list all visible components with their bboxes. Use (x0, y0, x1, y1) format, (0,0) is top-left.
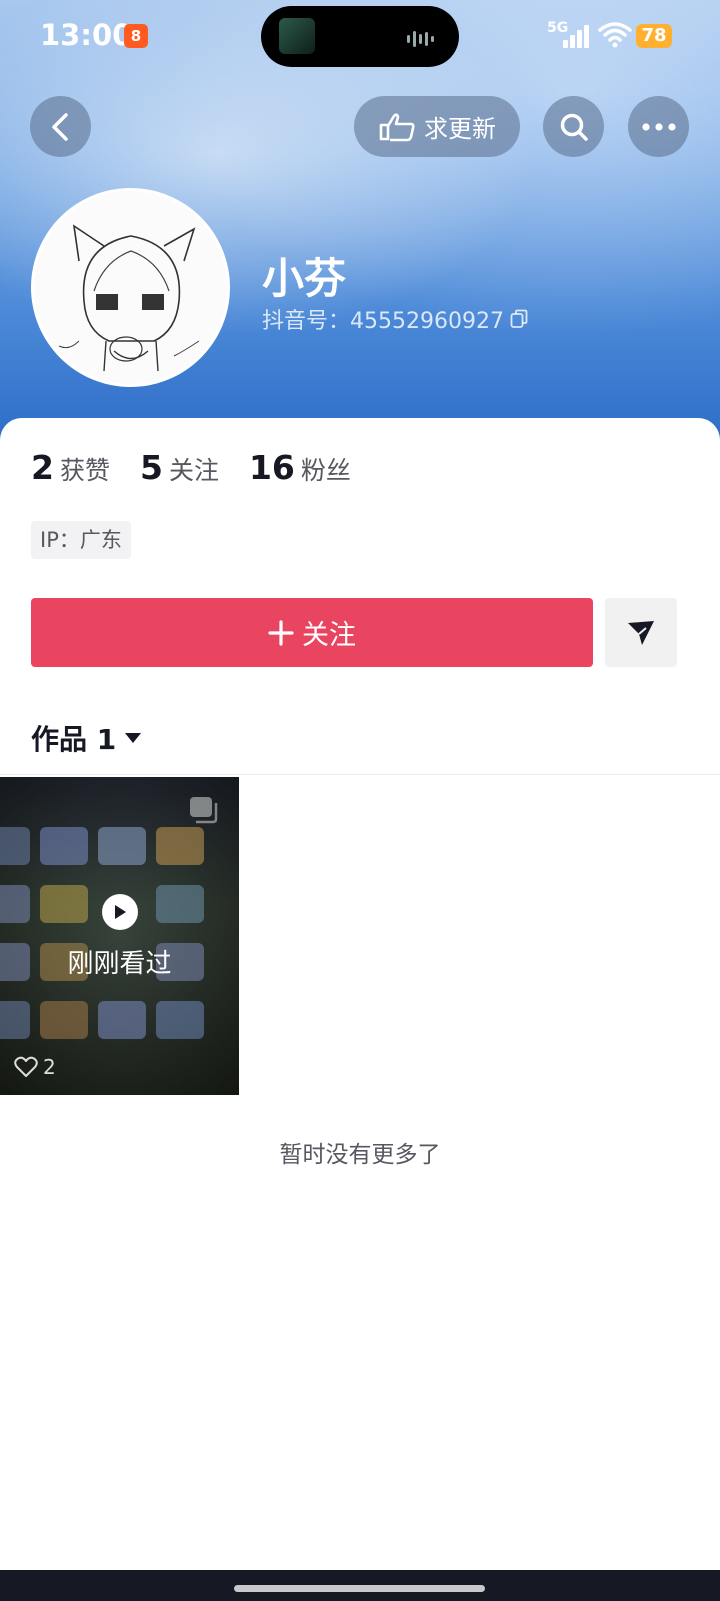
send-icon (628, 620, 654, 645)
request-update-button[interactable]: 求更新 (354, 96, 520, 157)
stat-followers-value: 16 (248, 448, 295, 487)
more-dots-icon (641, 122, 676, 131)
stat-likes-label: 获赞 (59, 456, 110, 485)
thumb-item (156, 1001, 204, 1039)
stat-following-value: 5 (139, 448, 163, 487)
tab-works[interactable]: 作品 1 (31, 718, 142, 758)
search-icon (560, 113, 588, 141)
back-button[interactable] (30, 96, 91, 157)
dynamic-island[interactable] (261, 6, 459, 67)
stat-followers-label: 粉丝 (300, 456, 351, 485)
search-button[interactable] (543, 96, 604, 157)
caret-down-icon[interactable] (124, 731, 142, 745)
douyin-id-text: 抖音号：45552960927 (262, 309, 504, 334)
thumb-item (98, 827, 146, 865)
copy-icon[interactable] (510, 309, 528, 329)
cellular-signal-icon (563, 22, 593, 48)
stat-likes-value: 2 (31, 448, 54, 487)
stat-following-label: 关注 (168, 456, 219, 485)
plus-icon (268, 619, 294, 646)
video-card[interactable]: 刚刚看过 2 (0, 777, 239, 1095)
douyin-id[interactable]: 抖音号：45552960927 (262, 303, 528, 335)
profile-stats: 2 获赞 5 关注 16 粉丝 (31, 448, 381, 487)
stat-likes[interactable]: 2 获赞 (31, 448, 110, 487)
play-icon (102, 894, 138, 930)
video-likes: 2 (14, 1055, 56, 1079)
thumb-item (0, 827, 30, 865)
wifi-icon (598, 22, 632, 48)
request-update-label: 求更新 (424, 115, 496, 143)
thumb-item (156, 885, 204, 923)
follow-button[interactable]: 关注 (31, 598, 593, 667)
thumb-item (156, 827, 204, 865)
thumb-item (40, 827, 88, 865)
follow-label: 关注 (302, 620, 356, 651)
battery-indicator: 78 (636, 24, 672, 48)
stat-following[interactable]: 5 关注 (140, 448, 219, 487)
thumb-item (40, 885, 88, 923)
media-thumbnail (279, 18, 315, 54)
thumb-item (40, 1001, 88, 1039)
multi-image-icon (190, 797, 218, 824)
hand-pointing-icon (379, 112, 415, 141)
chevron-left-icon (51, 112, 68, 141)
thumb-item (0, 885, 30, 923)
stat-followers[interactable]: 16 粉丝 (249, 448, 351, 487)
end-of-list-text: 暂时没有更多了 (279, 1142, 441, 1168)
tab-works-label: 作品 1 (31, 723, 117, 756)
more-button[interactable] (628, 96, 689, 157)
status-time: 13:00 (40, 18, 133, 52)
status-bar: 13:00 8 5G 78 (0, 0, 720, 75)
send-message-button[interactable] (605, 598, 677, 667)
audio-wave-icon (407, 28, 441, 47)
recently-watched-label: 刚刚看过 (67, 949, 172, 979)
tab-divider (0, 774, 720, 775)
thumb-item (0, 1001, 30, 1039)
home-indicator[interactable] (234, 1585, 485, 1592)
avatar[interactable] (31, 188, 230, 387)
ip-location-tag: IP：广东 (31, 521, 131, 559)
profile-name: 小芬 (262, 254, 347, 303)
video-likes-count: 2 (43, 1055, 56, 1079)
thumb-item (98, 1001, 146, 1039)
app-notification-icon: 8 (124, 24, 148, 48)
heart-icon (14, 1056, 38, 1077)
avatar-drawing (34, 191, 227, 384)
